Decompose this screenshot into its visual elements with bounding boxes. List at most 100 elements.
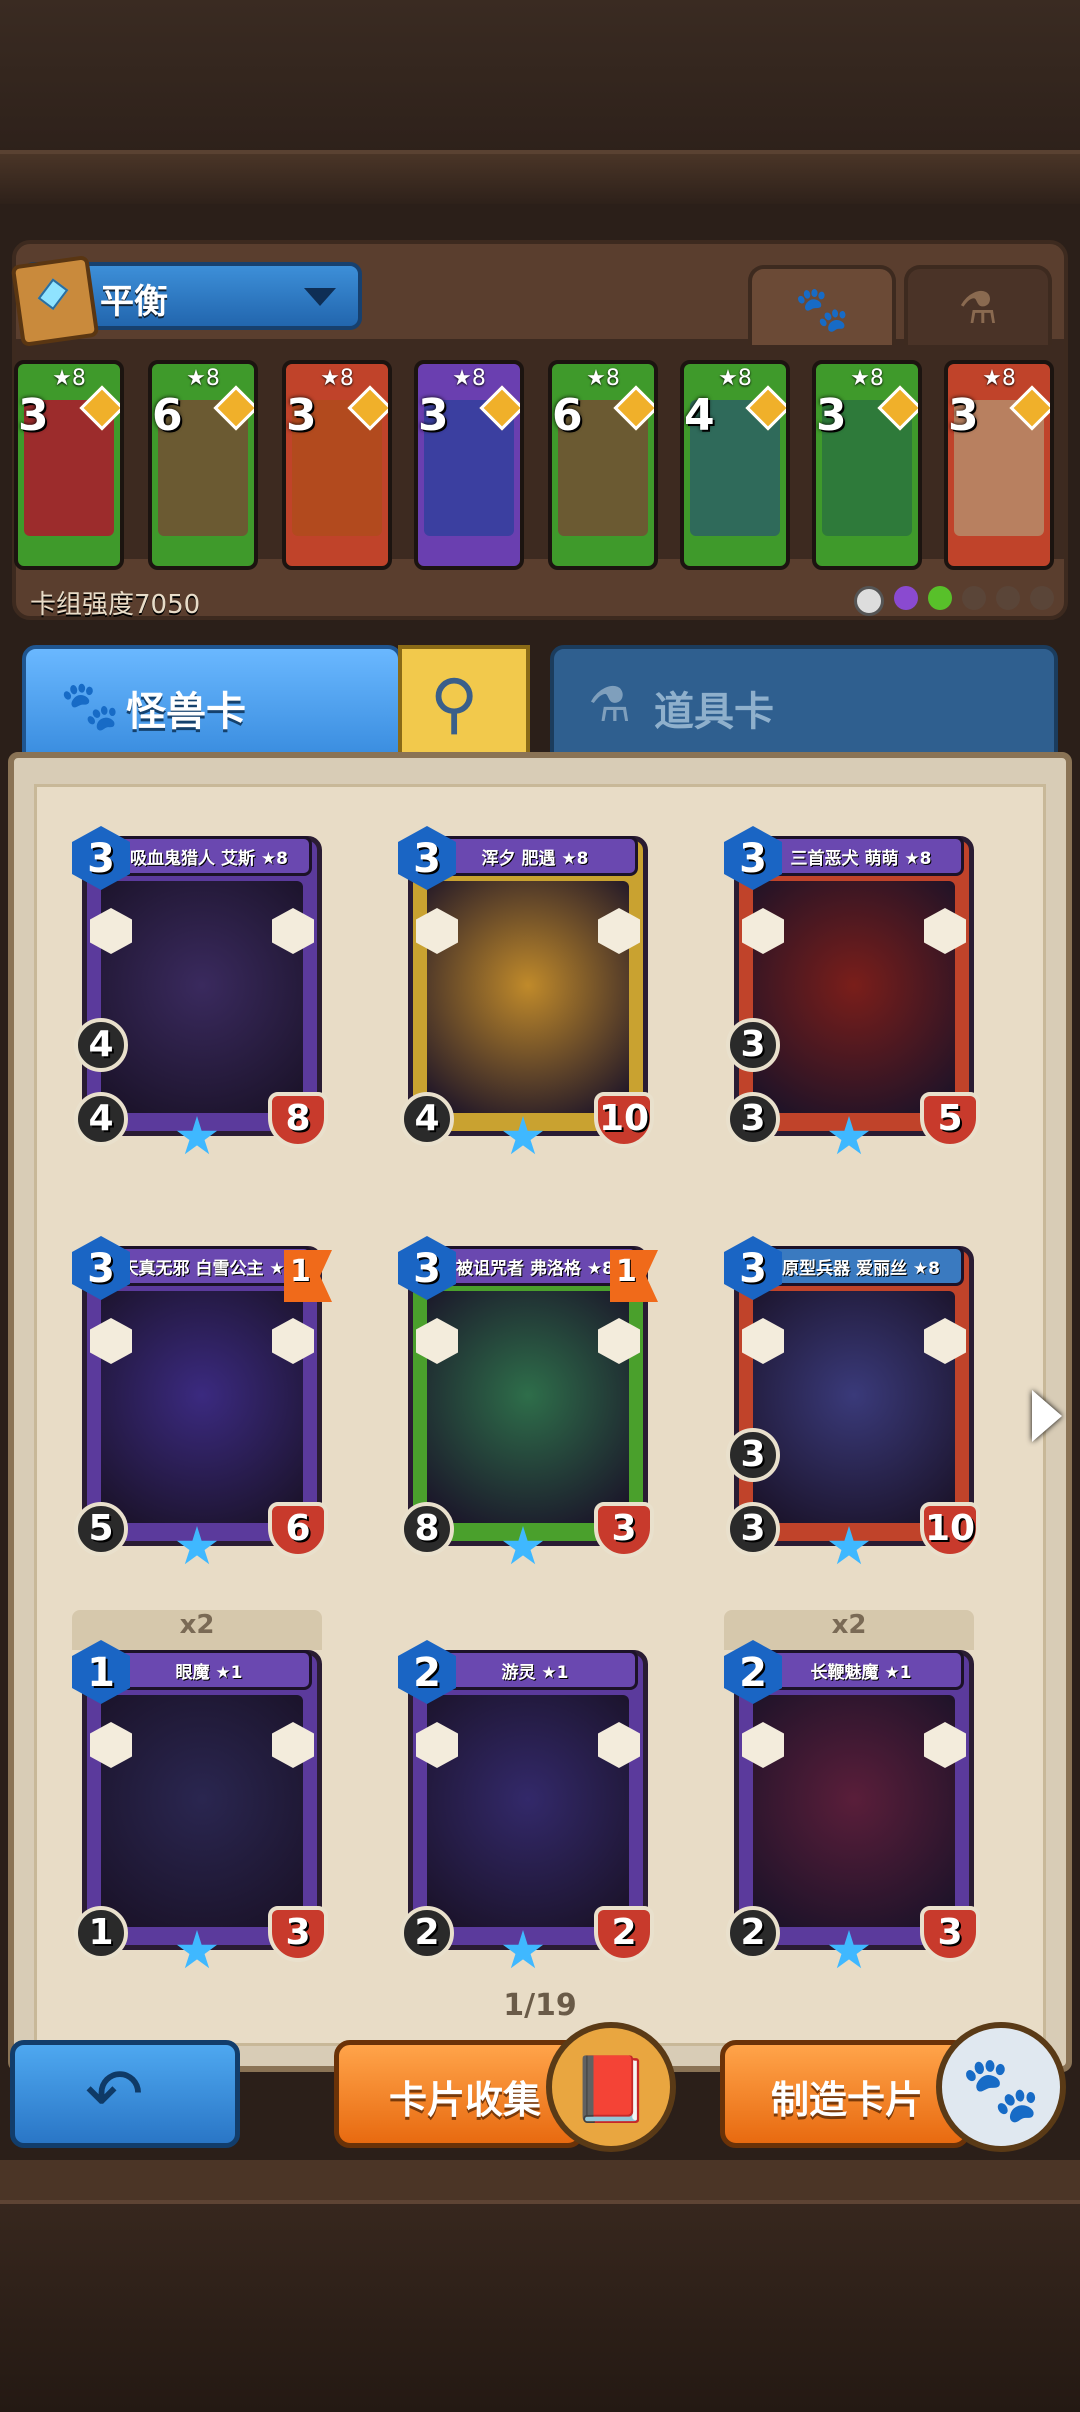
beast-element-icon[interactable]: [996, 586, 1020, 610]
collection-card[interactable]: 吸血鬼猎人 艾斯 ★8 3 4 4 8: [72, 826, 328, 1156]
card-cost: 3: [18, 390, 49, 441]
paw-icon: 🐾: [60, 678, 120, 734]
card-attack: 8: [400, 1502, 454, 1556]
card-attack: 4: [400, 1092, 454, 1146]
card-cost: 1: [87, 1650, 115, 1696]
card-title: 眼魔 ★1: [175, 1663, 243, 1683]
card-armor-value: 3: [740, 1434, 766, 1475]
card-cost: 3: [816, 390, 847, 441]
card-art: [101, 881, 303, 1113]
card-armor: 4: [74, 1018, 128, 1072]
card-cost: 6: [552, 390, 583, 441]
right-arrow-icon[interactable]: [1032, 1390, 1062, 1442]
card-attack-value: 2: [414, 1912, 440, 1953]
card-health-value: 2: [611, 1912, 637, 1953]
deck-card[interactable]: ★8 3: [414, 360, 524, 570]
card-frame: [408, 836, 648, 1136]
collection-card[interactable]: 游灵 ★1 2 2 2: [398, 1640, 654, 1970]
deck-strength: 卡组强度7050: [30, 590, 201, 620]
card-attack: 1: [74, 1906, 128, 1960]
deck-name: 平衡: [100, 282, 168, 322]
card-art: [753, 1695, 955, 1927]
card-title: 原型兵器 爱丽丝 ★8: [782, 1259, 940, 1279]
card-attack-value: 3: [740, 1098, 766, 1139]
card-cost: 3: [286, 390, 317, 441]
card-health-value: 6: [285, 1508, 311, 1549]
collection-card[interactable]: 长鞭魅魔 ★1 2 2 3: [724, 1640, 980, 1970]
potion-icon: ⚗: [588, 677, 632, 733]
deck-selector[interactable]: 平衡: [10, 254, 362, 348]
card-health-value: 8: [285, 1098, 311, 1139]
card-attack: 2: [726, 1906, 780, 1960]
card-attack: 3: [726, 1502, 780, 1556]
tab-monster-label: 怪兽卡: [126, 689, 246, 735]
card-title: 天真无邪 白雪公主 ★8: [121, 1259, 297, 1279]
card-cost: 2: [739, 1650, 767, 1696]
card-art: [101, 1291, 303, 1523]
tab-monster-cards[interactable]: 🐾 怪兽卡: [22, 645, 402, 757]
card-health-value: 3: [285, 1912, 311, 1953]
search-button[interactable]: ⚲: [398, 645, 530, 757]
bottom-background: [0, 2160, 1080, 2412]
tab-item-cards[interactable]: ⚗ 道具卡: [550, 645, 1058, 757]
card-health: 10: [920, 1502, 980, 1558]
deck-card[interactable]: ★8 3: [812, 360, 922, 570]
deck-card[interactable]: ★8 4: [680, 360, 790, 570]
neutral-element-icon[interactable]: [854, 586, 884, 616]
deck-card[interactable]: ★8 3: [944, 360, 1054, 570]
card-health-value: 3: [937, 1912, 963, 1953]
card-collection-label: 卡片收集: [389, 2078, 542, 2122]
card-attack-value: 5: [88, 1508, 114, 1549]
card-art: [427, 1291, 629, 1523]
card-health: 10: [594, 1092, 654, 1148]
craft-card-button[interactable]: 制造卡片: [720, 2040, 970, 2148]
card-health: 3: [268, 1906, 328, 1962]
collection-card[interactable]: 眼魔 ★1 1 1 3: [72, 1640, 328, 1970]
deck-card[interactable]: ★8 3: [14, 360, 124, 570]
card-cost: 2: [413, 1650, 441, 1696]
dark-element-icon[interactable]: [1030, 586, 1054, 610]
card-armor: 3: [726, 1428, 780, 1482]
collection-card[interactable]: 原型兵器 爱丽丝 ★8 3 3 3 10: [724, 1236, 980, 1566]
card-armor: 3: [726, 1018, 780, 1072]
card-health: 3: [594, 1502, 654, 1558]
card-frame: [82, 1650, 322, 1950]
card-health: 2: [594, 1906, 654, 1962]
card-art: [427, 1695, 629, 1927]
card-art: [753, 881, 955, 1113]
collection-card[interactable]: 被诅咒者 弗洛格 ★8 3 8 3 1: [398, 1236, 658, 1566]
card-cost: 4: [684, 390, 715, 441]
collection-card[interactable]: 天真无邪 白雪公主 ★8 3 5 6 1: [72, 1236, 332, 1566]
card-frame: [734, 1246, 974, 1546]
card-title: 被诅咒者 弗洛格 ★8: [456, 1259, 614, 1279]
back-button[interactable]: ↶: [10, 2040, 240, 2148]
card-frame: [82, 836, 322, 1136]
card-cost: 3: [739, 1246, 767, 1292]
card-attack-value: 4: [414, 1098, 440, 1139]
card-health-value: 10: [924, 1508, 976, 1549]
card-title: 吸血鬼猎人 艾斯 ★8: [130, 849, 288, 869]
arcane-element-icon[interactable]: [894, 586, 918, 610]
chevron-down-icon: [304, 288, 336, 306]
collection-card[interactable]: 浑夕 肥遇 ★8 3 4 10: [398, 826, 654, 1156]
magnifier-icon: ⚲: [430, 665, 479, 742]
potion-icon: ⚗: [958, 283, 998, 334]
deck-card[interactable]: ★8 6: [548, 360, 658, 570]
fire-element-icon[interactable]: [962, 586, 986, 610]
card-attack: 2: [400, 1906, 454, 1960]
nature-element-icon[interactable]: [928, 586, 952, 610]
tab-item-deck[interactable]: ⚗: [904, 265, 1052, 345]
potion-jar-icon[interactable]: 🐾: [936, 2022, 1066, 2152]
paw-icon: 🐾: [794, 284, 850, 335]
card-health-value: 10: [598, 1098, 650, 1139]
deck-card[interactable]: ★8 6: [148, 360, 258, 570]
card-attack: 5: [74, 1502, 128, 1556]
deck-card[interactable]: ★8 3: [282, 360, 392, 570]
card-art: [101, 1695, 303, 1927]
card-cost: 3: [739, 836, 767, 882]
card-book-icon[interactable]: 📕: [546, 2022, 676, 2152]
card-health-value: 5: [937, 1098, 963, 1139]
card-armor-value: 3: [740, 1024, 766, 1065]
collection-card[interactable]: 三首恶犬 萌萌 ★8 3 3 3 5: [724, 826, 980, 1156]
tab-monster-deck[interactable]: 🐾: [748, 265, 896, 345]
